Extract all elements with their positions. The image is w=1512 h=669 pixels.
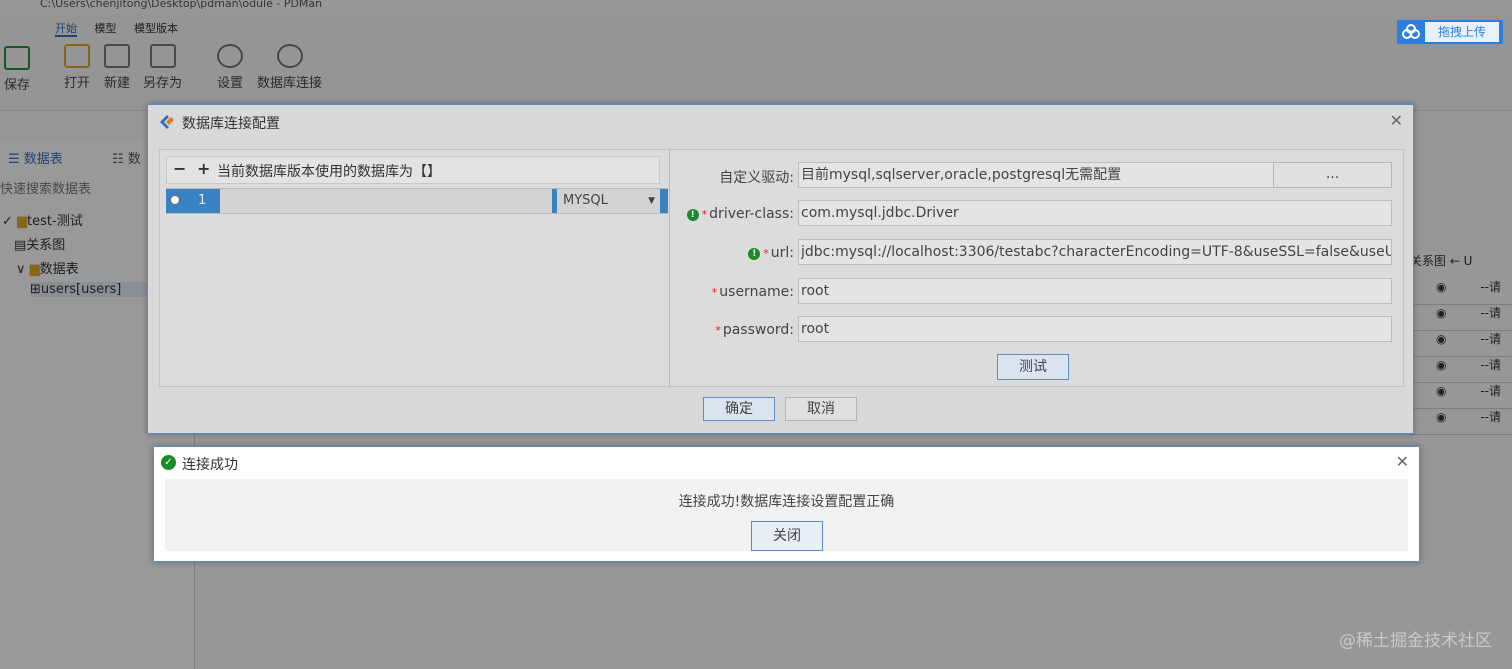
db-config-dialog: 数据库连接配置 ✕ − + 当前数据库版本使用的数据库为【】 1 MYSQL ▼ … (147, 104, 1414, 434)
add-db-button[interactable]: + (197, 159, 210, 178)
test-connection-button[interactable]: 测试 (997, 354, 1069, 380)
watermark: @稀土掘金技术社区 (1339, 631, 1492, 651)
dialog-title: 数据库连接配置 (182, 116, 280, 132)
url-label: ! * url: (670, 245, 794, 261)
cancel-button[interactable]: 取消 (785, 397, 857, 421)
custom-driver-input[interactable]: 目前mysql,sqlserver,oracle,postgresql无需配置 (798, 162, 1274, 188)
browse-driver-button[interactable]: ... (1273, 162, 1392, 188)
check-circle-icon: ✓ (161, 455, 176, 470)
success-dialog-title: 连接成功 (182, 457, 238, 473)
username-input[interactable]: root (798, 278, 1392, 304)
remove-db-button[interactable]: − (173, 159, 186, 178)
db-row-index: 1 (184, 189, 220, 213)
ok-button[interactable]: 确定 (703, 397, 775, 421)
close-icon[interactable]: ✕ (1396, 452, 1409, 471)
success-dialog: ✓ 连接成功 ✕ 连接成功!数据库连接设置配置正确 关闭 (153, 446, 1420, 562)
db-list-pane: − + 当前数据库版本使用的数据库为【】 1 MYSQL ▼ (160, 150, 670, 386)
dropdown-arrow-icon: ▼ (648, 196, 655, 206)
db-row-radio[interactable] (166, 189, 184, 213)
success-dialog-body: 连接成功!数据库连接设置配置正确 关闭 (165, 479, 1408, 551)
cloud-icon (1402, 24, 1420, 39)
db-version-hint: 当前数据库版本使用的数据库为【】 (217, 164, 441, 180)
radio-dot-icon (170, 195, 180, 205)
driver-class-label: ! * driver-class: (670, 206, 794, 222)
driver-class-input[interactable]: com.mysql.jdbc.Driver (798, 200, 1392, 226)
password-input[interactable]: root (798, 316, 1392, 342)
url-input[interactable]: jdbc:mysql://localhost:3306/testabc?char… (798, 239, 1392, 265)
upload-button[interactable]: 拖拽上传 (1397, 20, 1503, 44)
row-end-marker (660, 189, 668, 213)
db-list-row[interactable]: 1 MYSQL ▼ (166, 188, 668, 214)
username-label: * username: (711, 284, 794, 300)
close-button[interactable]: 关闭 (751, 521, 823, 551)
dialog-body: − + 当前数据库版本使用的数据库为【】 1 MYSQL ▼ 自定义驱动: 目前m… (159, 149, 1404, 387)
custom-driver-label: 自定义驱动: (719, 170, 794, 186)
db-list-toolbar: − + 当前数据库版本使用的数据库为【】 (166, 156, 660, 184)
upload-label: 拖拽上传 (1425, 22, 1499, 42)
success-message: 连接成功!数据库连接设置配置正确 (678, 494, 895, 510)
close-icon[interactable]: ✕ (1390, 111, 1403, 130)
warning-icon: ! (686, 209, 699, 221)
db-type-select[interactable]: MYSQL ▼ (552, 189, 661, 213)
password-label: * password: (715, 322, 794, 338)
warning-icon: ! (748, 248, 761, 260)
app-logo-icon (160, 115, 174, 129)
